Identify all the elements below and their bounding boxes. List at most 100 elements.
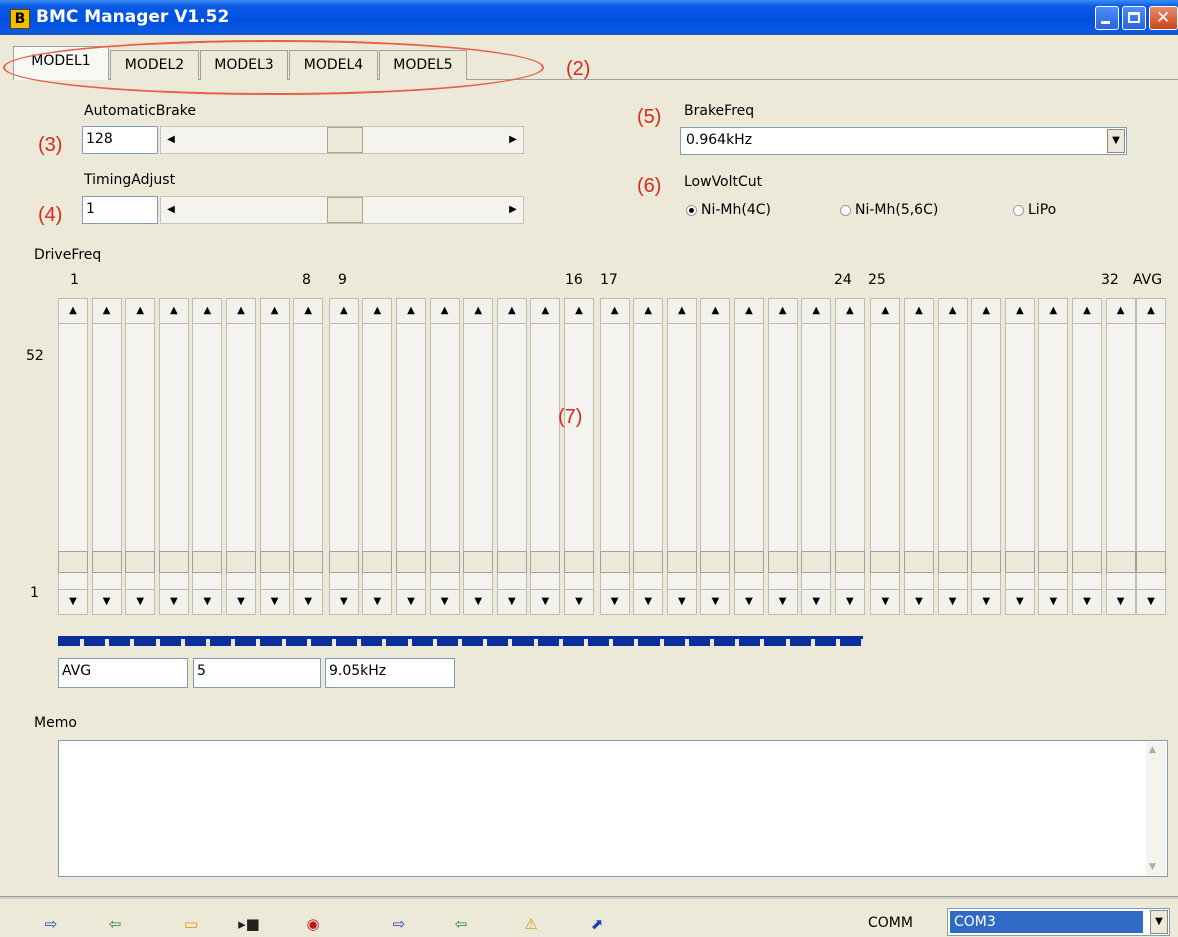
drive-freq-slider-27[interactable]: ▲ ▼ (937, 298, 968, 618)
slider-track[interactable] (125, 324, 156, 589)
slider-thumb[interactable] (327, 197, 363, 223)
drive-freq-slider-25[interactable]: ▲ ▼ (870, 298, 901, 618)
slider-up-icon[interactable]: ▲ (564, 298, 594, 324)
slider-down-icon[interactable]: ▼ (564, 589, 594, 615)
slider-down-icon[interactable]: ▼ (58, 589, 88, 615)
scroll-down-icon[interactable]: ▼ (1149, 862, 1156, 872)
slider-down-icon[interactable]: ▼ (158, 589, 189, 615)
drive-freq-slider-11[interactable]: ▲ ▼ (396, 298, 426, 618)
stop-icon[interactable]: ◉ (302, 915, 324, 933)
slider-thumb[interactable] (259, 551, 290, 573)
slider-track[interactable] (158, 324, 189, 589)
receive-icon[interactable]: ⇦ (104, 915, 126, 933)
slider-down-icon[interactable]: ▼ (125, 589, 156, 615)
slider-track[interactable] (666, 324, 697, 589)
open-folder-icon[interactable]: ▭ (180, 915, 202, 933)
drive-freq-slider-28[interactable]: ▲ ▼ (971, 298, 1002, 618)
slider-down-icon[interactable]: ▼ (767, 589, 798, 615)
slider-up-icon[interactable]: ▲ (734, 298, 764, 324)
scroll-up-icon[interactable]: ▲ (1149, 745, 1156, 755)
slider-down-icon[interactable]: ▼ (293, 589, 324, 615)
slider-track[interactable] (633, 324, 664, 589)
drive-freq-slider-3[interactable]: ▲ ▼ (125, 298, 156, 618)
slider-thumb[interactable] (327, 127, 363, 153)
slider-thumb[interactable] (192, 551, 223, 573)
slider-thumb[interactable] (734, 551, 764, 573)
drive-freq-slider-30[interactable]: ▲ ▼ (1038, 298, 1069, 618)
slider-thumb[interactable] (58, 551, 88, 573)
drive-freq-slider-24[interactable]: ▲ ▼ (834, 298, 865, 618)
drive-freq-slider-23[interactable]: ▲ ▼ (801, 298, 832, 618)
slider-track[interactable] (767, 324, 798, 589)
radio-option-lipo[interactable]: LiPo (1013, 202, 1056, 218)
slider-track[interactable] (362, 324, 393, 589)
slider-thumb[interactable] (870, 551, 901, 573)
drive-freq-slider-10[interactable]: ▲ ▼ (362, 298, 393, 618)
slider-thumb[interactable] (226, 551, 256, 573)
slider-down-icon[interactable]: ▼ (666, 589, 697, 615)
slider-thumb[interactable] (293, 551, 324, 573)
scroll-left-icon[interactable]: ◀ (162, 128, 180, 152)
drive-freq-slider-12[interactable]: ▲ ▼ (429, 298, 460, 618)
chevron-down-icon[interactable]: ▼ (1150, 910, 1168, 934)
slider-up-icon[interactable]: ▲ (1004, 298, 1035, 324)
slider-thumb[interactable] (700, 551, 731, 573)
slider-down-icon[interactable]: ▼ (463, 589, 494, 615)
tab-model3[interactable]: MODEL3 (200, 50, 288, 80)
drive-freq-slider-18[interactable]: ▲ ▼ (633, 298, 664, 618)
drive-freq-slider-15[interactable]: ▲ ▼ (530, 298, 561, 618)
slider-up-icon[interactable]: ▲ (767, 298, 798, 324)
automatic-brake-slider[interactable]: ◀ ▶ (160, 126, 524, 154)
slider-track[interactable] (530, 324, 561, 589)
brake-freq-dropdown[interactable]: 0.964kHz ▼ (680, 127, 1127, 155)
slider-track[interactable] (1072, 324, 1102, 589)
drive-freq-slider-9[interactable]: ▲ ▼ (328, 298, 359, 618)
slider-thumb[interactable] (396, 551, 426, 573)
receive-icon[interactable]: ⇦ (450, 915, 472, 933)
slider-down-icon[interactable]: ▼ (396, 589, 426, 615)
slider-track[interactable] (259, 324, 290, 589)
radio-option-nimh56c[interactable]: Ni-Mh(5,6C) (840, 202, 938, 218)
send-icon[interactable]: ⇨ (40, 915, 62, 933)
slider-thumb[interactable] (429, 551, 460, 573)
send-icon[interactable]: ⇨ (388, 915, 410, 933)
maximize-button[interactable] (1122, 6, 1146, 30)
tab-model5[interactable]: MODEL5 (379, 50, 467, 80)
slider-thumb[interactable] (599, 551, 630, 573)
scroll-left-icon[interactable]: ◀ (162, 198, 180, 222)
slider-up-icon[interactable]: ▲ (1038, 298, 1069, 324)
tab-model1[interactable]: MODEL1 (13, 46, 109, 80)
slider-track[interactable] (496, 324, 527, 589)
slider-track[interactable] (293, 324, 324, 589)
drive-freq-slider-31[interactable]: ▲ ▼ (1072, 298, 1102, 618)
slider-thumb[interactable] (530, 551, 561, 573)
save-icon[interactable]: ▸■ (238, 915, 260, 933)
comm-port-dropdown[interactable]: COM3 ▼ (947, 908, 1170, 936)
automatic-brake-input[interactable]: 128 (82, 126, 158, 154)
slider-track[interactable] (1136, 324, 1166, 589)
slider-thumb[interactable] (937, 551, 968, 573)
summary-name-field[interactable]: AVG (58, 658, 188, 688)
slider-thumb[interactable] (666, 551, 697, 573)
slider-track[interactable] (870, 324, 901, 589)
slider-thumb[interactable] (564, 551, 594, 573)
slider-up-icon[interactable]: ▲ (328, 298, 359, 324)
slider-thumb[interactable] (1105, 551, 1136, 573)
slider-thumb[interactable] (834, 551, 865, 573)
memo-scrollbar[interactable]: ▲ ▼ (1146, 742, 1166, 875)
slider-up-icon[interactable]: ▲ (904, 298, 934, 324)
slider-thumb[interactable] (1004, 551, 1035, 573)
drive-freq-slider-13[interactable]: ▲ ▼ (463, 298, 494, 618)
slider-down-icon[interactable]: ▼ (599, 589, 630, 615)
drive-freq-slider-26[interactable]: ▲ ▼ (904, 298, 934, 618)
slider-track[interactable] (599, 324, 630, 589)
slider-up-icon[interactable]: ▲ (293, 298, 324, 324)
slider-up-icon[interactable]: ▲ (362, 298, 393, 324)
slider-thumb[interactable] (328, 551, 359, 573)
slider-thumb[interactable] (904, 551, 934, 573)
slider-up-icon[interactable]: ▲ (259, 298, 290, 324)
slider-up-icon[interactable]: ▲ (666, 298, 697, 324)
slider-down-icon[interactable]: ▼ (91, 589, 122, 615)
slider-up-icon[interactable]: ▲ (700, 298, 731, 324)
slider-down-icon[interactable]: ▼ (633, 589, 664, 615)
